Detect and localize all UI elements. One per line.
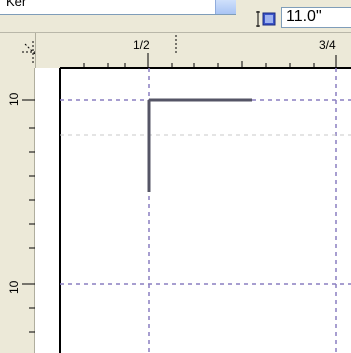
dropdown-arrow-icon[interactable]	[215, 0, 236, 14]
font-combo[interactable]: Ker	[0, 0, 236, 15]
page-size-value: 11.0"	[286, 8, 322, 25]
horizontal-ruler[interactable]: 1/2 3/4	[35, 33, 351, 68]
page-size-icon[interactable]	[255, 10, 277, 28]
ruler-ticks	[83, 35, 337, 68]
design-canvas[interactable]	[35, 68, 351, 353]
page-size-field[interactable]: 11.0"	[281, 7, 351, 28]
font-combo-value: Ker	[6, 0, 27, 9]
design-window: Ker 11.0" 1/2 3/4 10 10	[0, 0, 351, 353]
vertical-ruler-ticks	[22, 99, 35, 333]
toolbar: Ker 11.0"	[0, 0, 351, 33]
vertical-ruler[interactable]: 10 10	[0, 68, 35, 353]
